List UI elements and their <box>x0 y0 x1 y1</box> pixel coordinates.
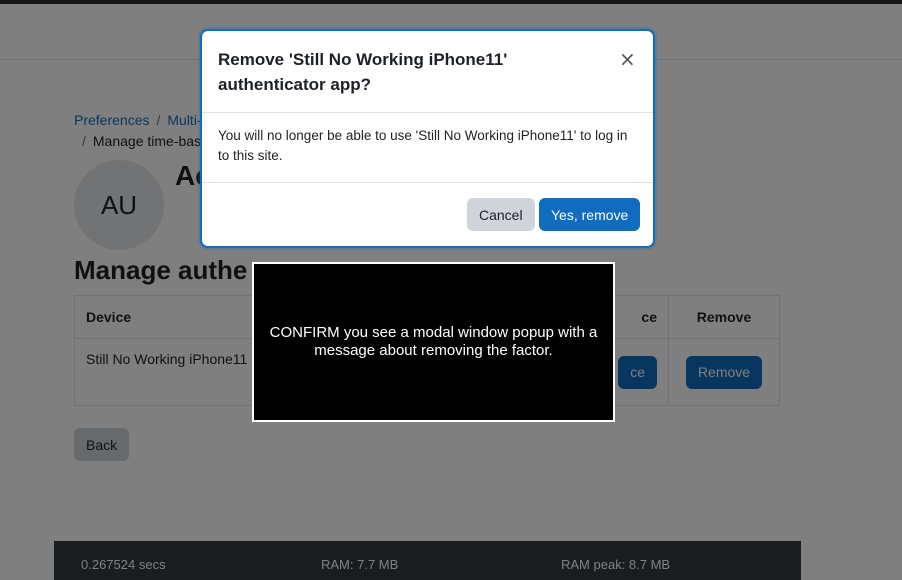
cancel-button[interactable]: Cancel <box>467 198 535 231</box>
confirm-remove-button[interactable]: Yes, remove <box>539 198 641 231</box>
modal-title: Remove 'Still No Working iPhone11' authe… <box>218 50 508 94</box>
remove-factor-modal: Remove 'Still No Working iPhone11' authe… <box>200 29 655 248</box>
modal-footer: Cancel Yes, remove <box>202 182 653 246</box>
modal-body: You will no longer be able to use 'Still… <box>218 128 628 163</box>
modal-header: Remove 'Still No Working iPhone11' authe… <box>202 31 653 113</box>
close-icon[interactable]: × <box>619 47 636 71</box>
test-instruction-box: CONFIRM you see a modal window popup wit… <box>252 262 615 422</box>
